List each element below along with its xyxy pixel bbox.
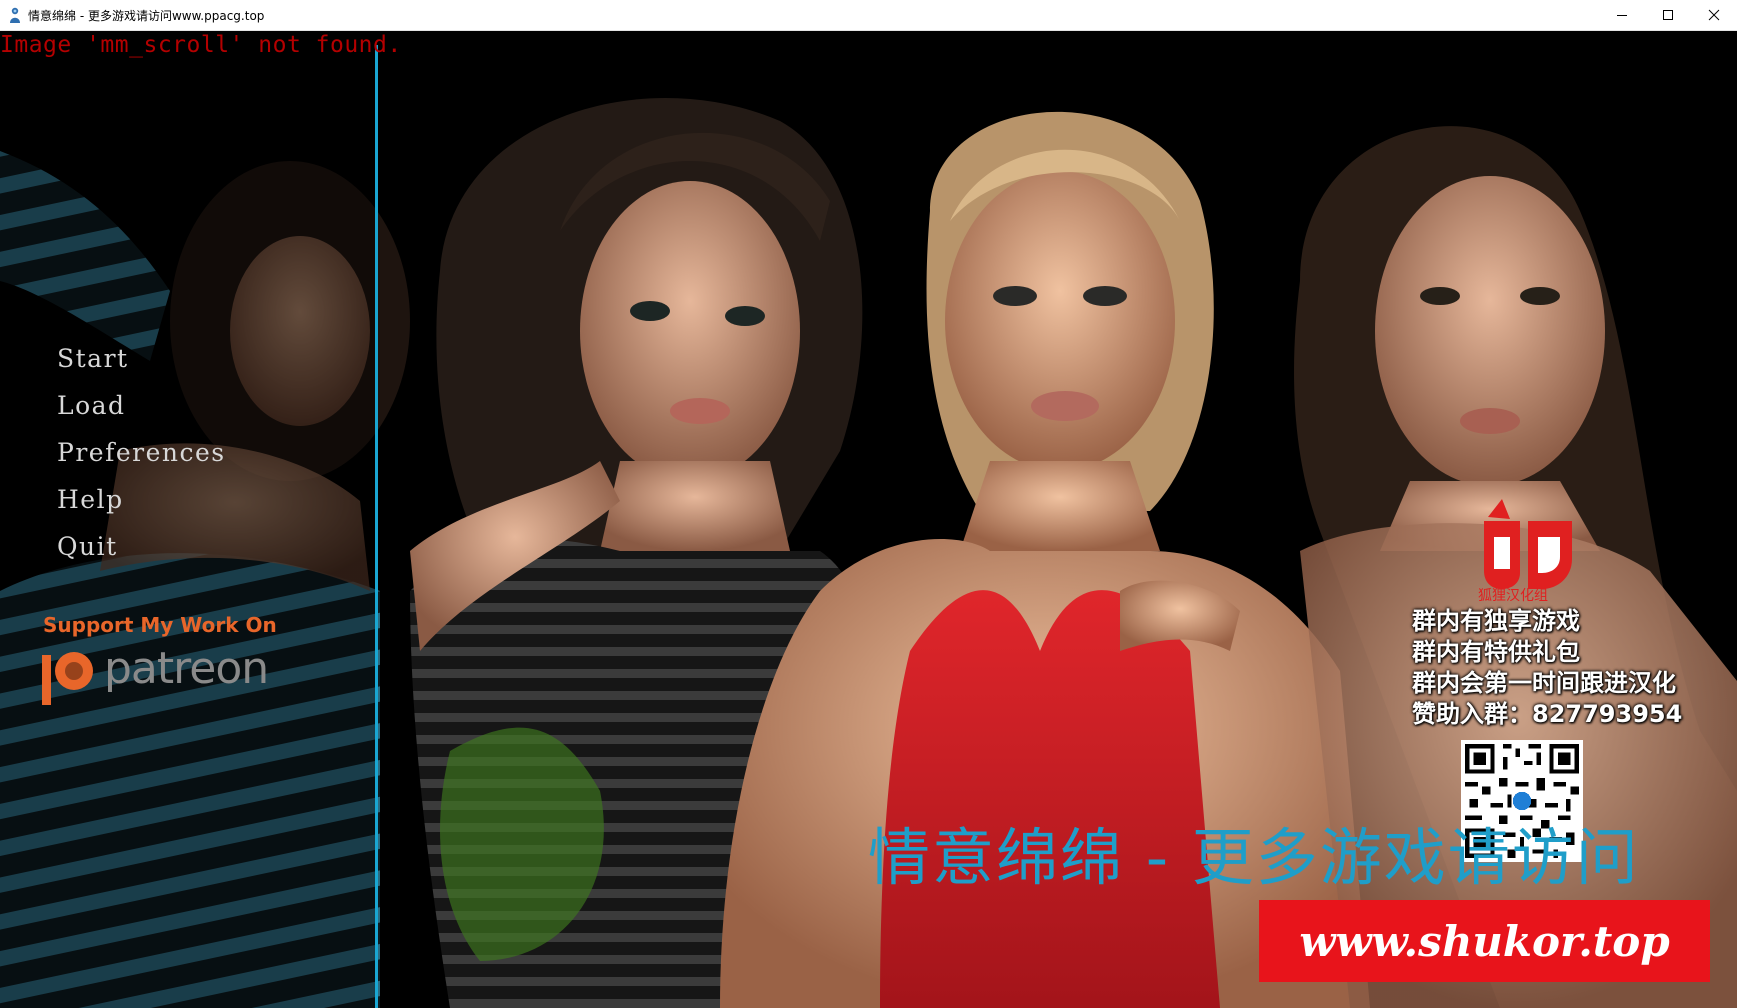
missing-image-error: Image 'mm_scroll' not found. xyxy=(0,32,402,58)
window-titlebar: 情意绵绵 - 更多游戏请访问www.ppacg.top xyxy=(0,0,1737,31)
close-icon xyxy=(1708,9,1720,21)
promo-line: 群内有独享游戏 xyxy=(1412,607,1580,635)
app-icon xyxy=(10,7,20,23)
promo-line: 群内会第一时间跟进汉化 xyxy=(1412,669,1676,697)
game-viewport: Image 'mm_scroll' not found. Start Load … xyxy=(0,31,1737,1008)
menu-quit-button[interactable]: Quit xyxy=(57,523,226,570)
promo-line: 群内有特供礼包 xyxy=(1412,638,1580,666)
promo-line: 赞助入群：827793954 xyxy=(1412,700,1683,728)
menu-start-button[interactable]: Start xyxy=(57,335,226,382)
menu-divider xyxy=(375,45,378,1008)
support-heading: Support My Work On xyxy=(43,613,277,637)
menu-preferences-button[interactable]: Preferences xyxy=(57,429,226,476)
main-menu: Start Load Preferences Help Quit xyxy=(57,335,226,570)
promo-text: 群内有独享游戏 群内有特供礼包 群内会第一时间跟进汉化 赞助入群：8277939… xyxy=(1412,606,1682,730)
close-button[interactable] xyxy=(1691,0,1737,30)
watermark-url: www.shukor.top xyxy=(1299,916,1670,966)
menu-load-button[interactable]: Load xyxy=(57,382,226,429)
watermark-banner: 情意绵绵 - 更多游戏请访问 xyxy=(868,821,1640,894)
menu-help-button[interactable]: Help xyxy=(57,476,226,523)
maximize-button[interactable] xyxy=(1645,0,1691,30)
url-banner: www.shukor.top xyxy=(1259,900,1710,982)
patreon-wordmark: patreon xyxy=(104,643,269,694)
fox-logo-label: 狐狸汉化组 xyxy=(1478,588,1548,604)
maximize-icon xyxy=(1663,10,1673,20)
window-title: 情意绵绵 - 更多游戏请访问www.ppacg.top xyxy=(28,9,265,23)
minimize-button[interactable] xyxy=(1599,0,1645,30)
fox-logo-icon xyxy=(1484,499,1572,589)
minimize-icon xyxy=(1617,15,1627,16)
window-controls xyxy=(1599,0,1737,30)
